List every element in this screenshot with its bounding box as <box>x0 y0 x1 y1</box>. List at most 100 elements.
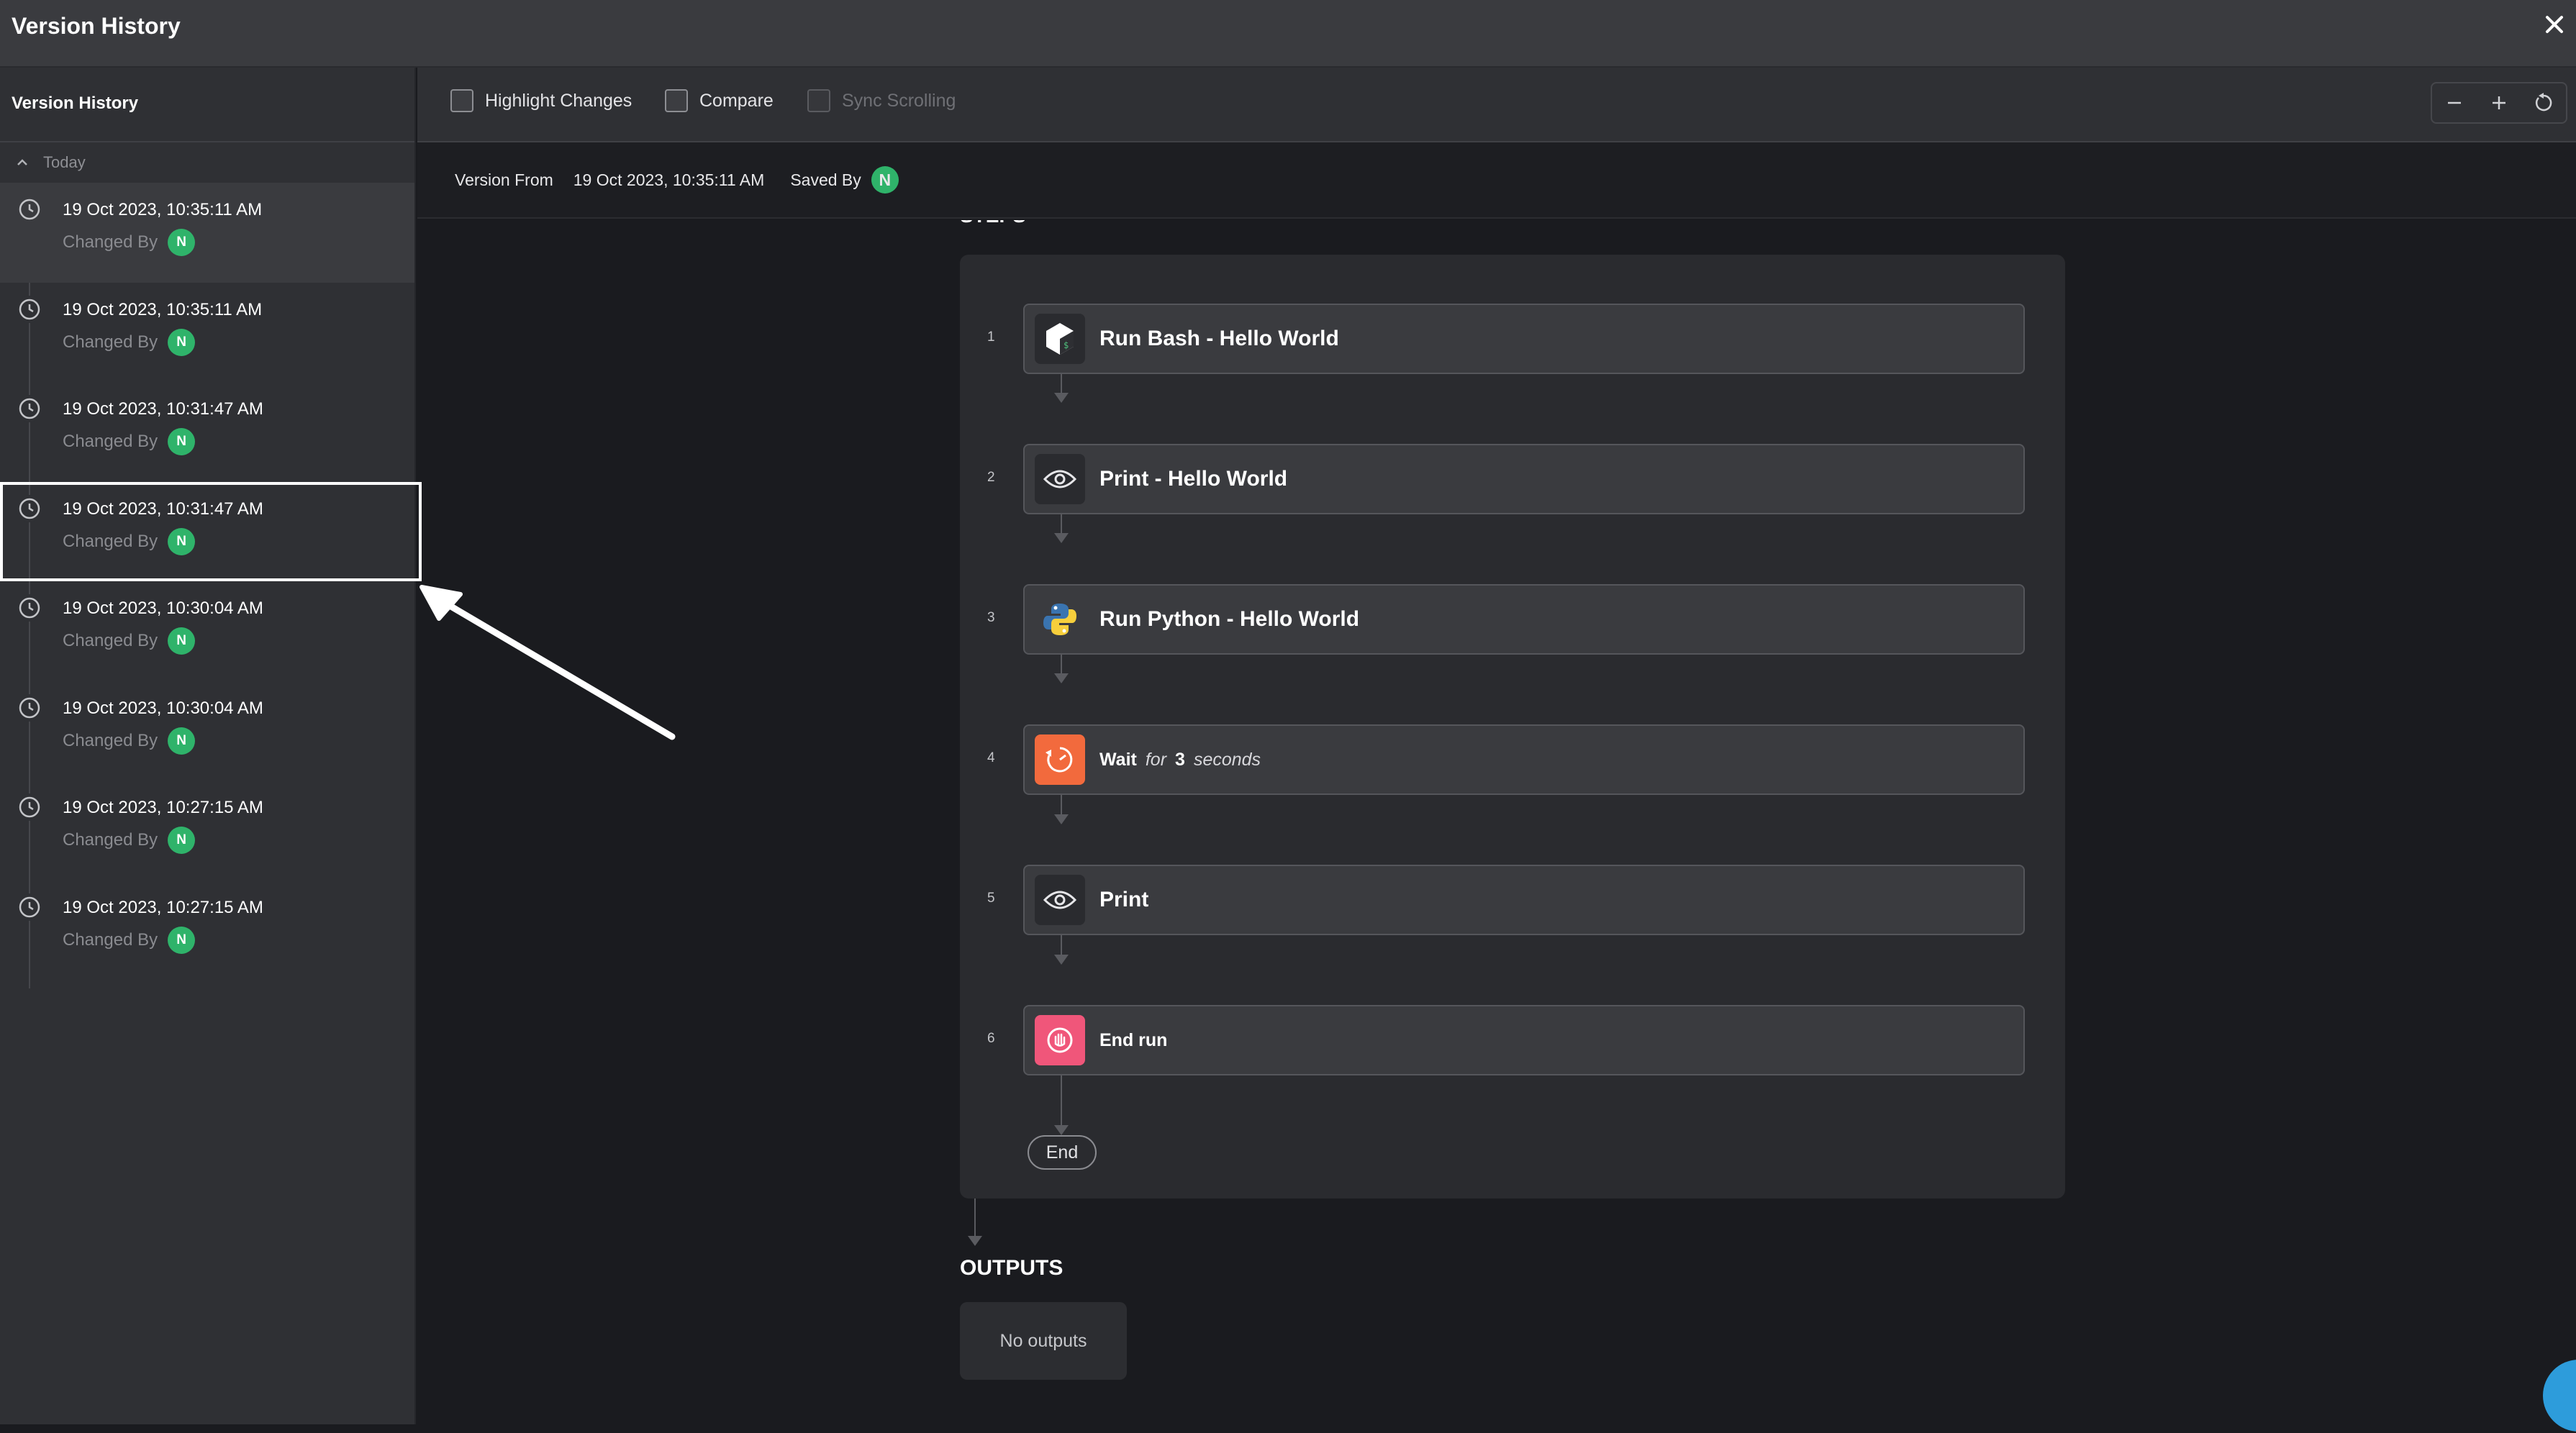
step-run-python[interactable]: 3 Run Python - Hello World <box>987 584 2025 655</box>
version-timestamp: 19 Oct 2023, 10:30:04 AM <box>63 698 263 718</box>
reset-zoom-icon[interactable] <box>2529 88 2558 117</box>
highlight-changes-checkbox[interactable]: Highlight Changes <box>450 89 632 112</box>
version-item[interactable]: 19 Oct 2023, 10:35:11 AM Changed By N <box>0 183 414 283</box>
connector-line <box>1061 793 1062 816</box>
step-name: Print <box>1099 888 1149 911</box>
step-name: End run <box>1099 1029 1168 1050</box>
step-end-run[interactable]: 6 End run <box>987 1005 2025 1075</box>
clock-icon <box>16 494 43 522</box>
avatar: N <box>871 166 899 194</box>
wait-value: 3 <box>1175 749 1185 770</box>
workflow-canvas[interactable]: STEPS 1 $ Run Bash - Hello World 2 Print… <box>417 220 2576 1433</box>
sidebar-heading: Version History <box>0 68 414 142</box>
changed-by-label: Changed By <box>63 432 158 451</box>
connector-arrow-icon <box>968 1236 982 1246</box>
python-icon <box>1035 594 1085 645</box>
version-item[interactable]: 19 Oct 2023, 10:27:15 AM Changed By N <box>0 881 414 981</box>
step-name: Run Bash - Hello World <box>1099 327 1339 350</box>
svg-text:$: $ <box>1063 340 1069 350</box>
step-print[interactable]: 5 Print <box>987 865 2025 935</box>
zoom-out-icon[interactable] <box>2440 88 2469 117</box>
group-today[interactable]: Today <box>0 142 414 183</box>
version-from-label: Version From <box>455 170 553 189</box>
step-print-hello[interactable]: 2 Print - Hello World <box>987 444 2025 514</box>
connector-line <box>1061 933 1062 956</box>
step-run-bash[interactable]: 1 $ Run Bash - Hello World <box>987 304 2025 374</box>
clock-icon <box>16 196 43 223</box>
clock-icon <box>16 893 43 921</box>
close-icon[interactable] <box>2540 10 2569 39</box>
hand-stop-icon <box>1035 1015 1085 1065</box>
step-number: 3 <box>987 610 995 625</box>
version-item-highlighted[interactable]: 19 Oct 2023, 10:31:47 AM Changed By N <box>0 481 422 581</box>
avatar: N <box>168 627 196 655</box>
steps-panel: 1 $ Run Bash - Hello World 2 Print - Hel… <box>960 255 2065 1198</box>
connector-line <box>1061 371 1062 394</box>
avatar: N <box>168 727 196 755</box>
steps-heading: STEPS <box>960 220 1026 227</box>
avatar: N <box>168 428 196 455</box>
version-timestamp: 19 Oct 2023, 10:27:15 AM <box>63 798 263 817</box>
version-item[interactable]: 19 Oct 2023, 10:30:04 AM Changed By N <box>0 581 414 681</box>
changed-by-label: Changed By <box>63 631 158 650</box>
step-number: 5 <box>987 891 995 906</box>
version-timestamp: 19 Oct 2023, 10:31:47 AM <box>63 499 263 519</box>
version-timestamp: 19 Oct 2023, 10:27:15 AM <box>63 897 263 917</box>
version-sidebar: Version History Today 19 Oct 2023, 10:35… <box>0 68 422 1424</box>
chevron-up-icon <box>17 159 27 165</box>
connector-arrow-icon <box>1054 673 1069 683</box>
step-name: Run Python - Hello World <box>1099 607 1360 631</box>
connector-line <box>1061 511 1062 534</box>
version-timestamp: 19 Oct 2023, 10:35:11 AM <box>63 200 263 219</box>
version-info-bar: Version From 19 Oct 2023, 10:35:11 AM Sa… <box>417 142 2576 219</box>
avatar: N <box>168 926 196 954</box>
sync-scrolling-checkbox[interactable]: Sync Scrolling <box>807 89 956 112</box>
zoom-controls <box>2431 82 2567 124</box>
version-item[interactable]: 19 Oct 2023, 10:35:11 AM Changed By N <box>0 283 414 383</box>
connector-arrow-icon <box>1054 533 1069 543</box>
version-from-value: 19 Oct 2023, 10:35:11 AM <box>573 170 765 189</box>
group-label: Today <box>43 153 86 171</box>
version-item[interactable]: 19 Oct 2023, 10:30:04 AM Changed By N <box>0 681 414 781</box>
compare-checkbox[interactable]: Compare <box>665 89 774 112</box>
wait-unit: seconds <box>1193 749 1261 770</box>
avatar: N <box>168 827 196 854</box>
version-item[interactable]: 19 Oct 2023, 10:31:47 AM Changed By N <box>0 382 414 482</box>
wait-for-label: for <box>1145 749 1167 770</box>
zoom-in-icon[interactable] <box>2485 88 2513 117</box>
step-name: Print - Hello World <box>1099 467 1288 491</box>
step-name: Wait <box>1099 749 1137 770</box>
step-wait[interactable]: 4 Wait for 3 seconds <box>987 724 2025 795</box>
compare-label: Compare <box>699 90 774 111</box>
no-outputs-placeholder: No outputs <box>960 1302 1127 1380</box>
bash-icon: $ <box>1035 314 1085 364</box>
checkbox-box[interactable] <box>450 89 473 112</box>
version-list: 19 Oct 2023, 10:35:11 AM Changed By N 19 … <box>0 183 422 988</box>
version-item[interactable]: 19 Oct 2023, 10:27:15 AM Changed By N <box>0 781 414 881</box>
eye-icon <box>1035 875 1085 925</box>
window-title: Version History <box>12 13 181 39</box>
changed-by-label: Changed By <box>63 531 158 551</box>
checkbox-box[interactable] <box>807 89 830 112</box>
avatar: N <box>168 527 196 555</box>
changed-by-label: Changed By <box>63 830 158 850</box>
highlight-changes-label: Highlight Changes <box>485 90 632 111</box>
outputs-heading: OUTPUTS <box>960 1256 1063 1280</box>
step-number: 4 <box>987 750 995 765</box>
connector-arrow-icon <box>1054 1125 1069 1135</box>
clock-icon <box>16 395 43 422</box>
connector-arrow-icon <box>1054 955 1069 965</box>
checkbox-box[interactable] <box>665 89 688 112</box>
version-timestamp: 19 Oct 2023, 10:31:47 AM <box>63 399 263 419</box>
toolbar: Highlight Changes Compare Sync Scrolling <box>417 68 2576 142</box>
connector-line <box>1061 652 1062 675</box>
clock-icon <box>16 594 43 622</box>
avatar: N <box>168 328 196 356</box>
connector-arrow-icon <box>1054 814 1069 824</box>
step-number: 1 <box>987 329 995 345</box>
clock-icon <box>16 295 43 323</box>
connector-line <box>1061 1073 1062 1127</box>
avatar: N <box>168 229 196 256</box>
changed-by-label: Changed By <box>63 232 158 252</box>
step-number: 6 <box>987 1031 995 1046</box>
